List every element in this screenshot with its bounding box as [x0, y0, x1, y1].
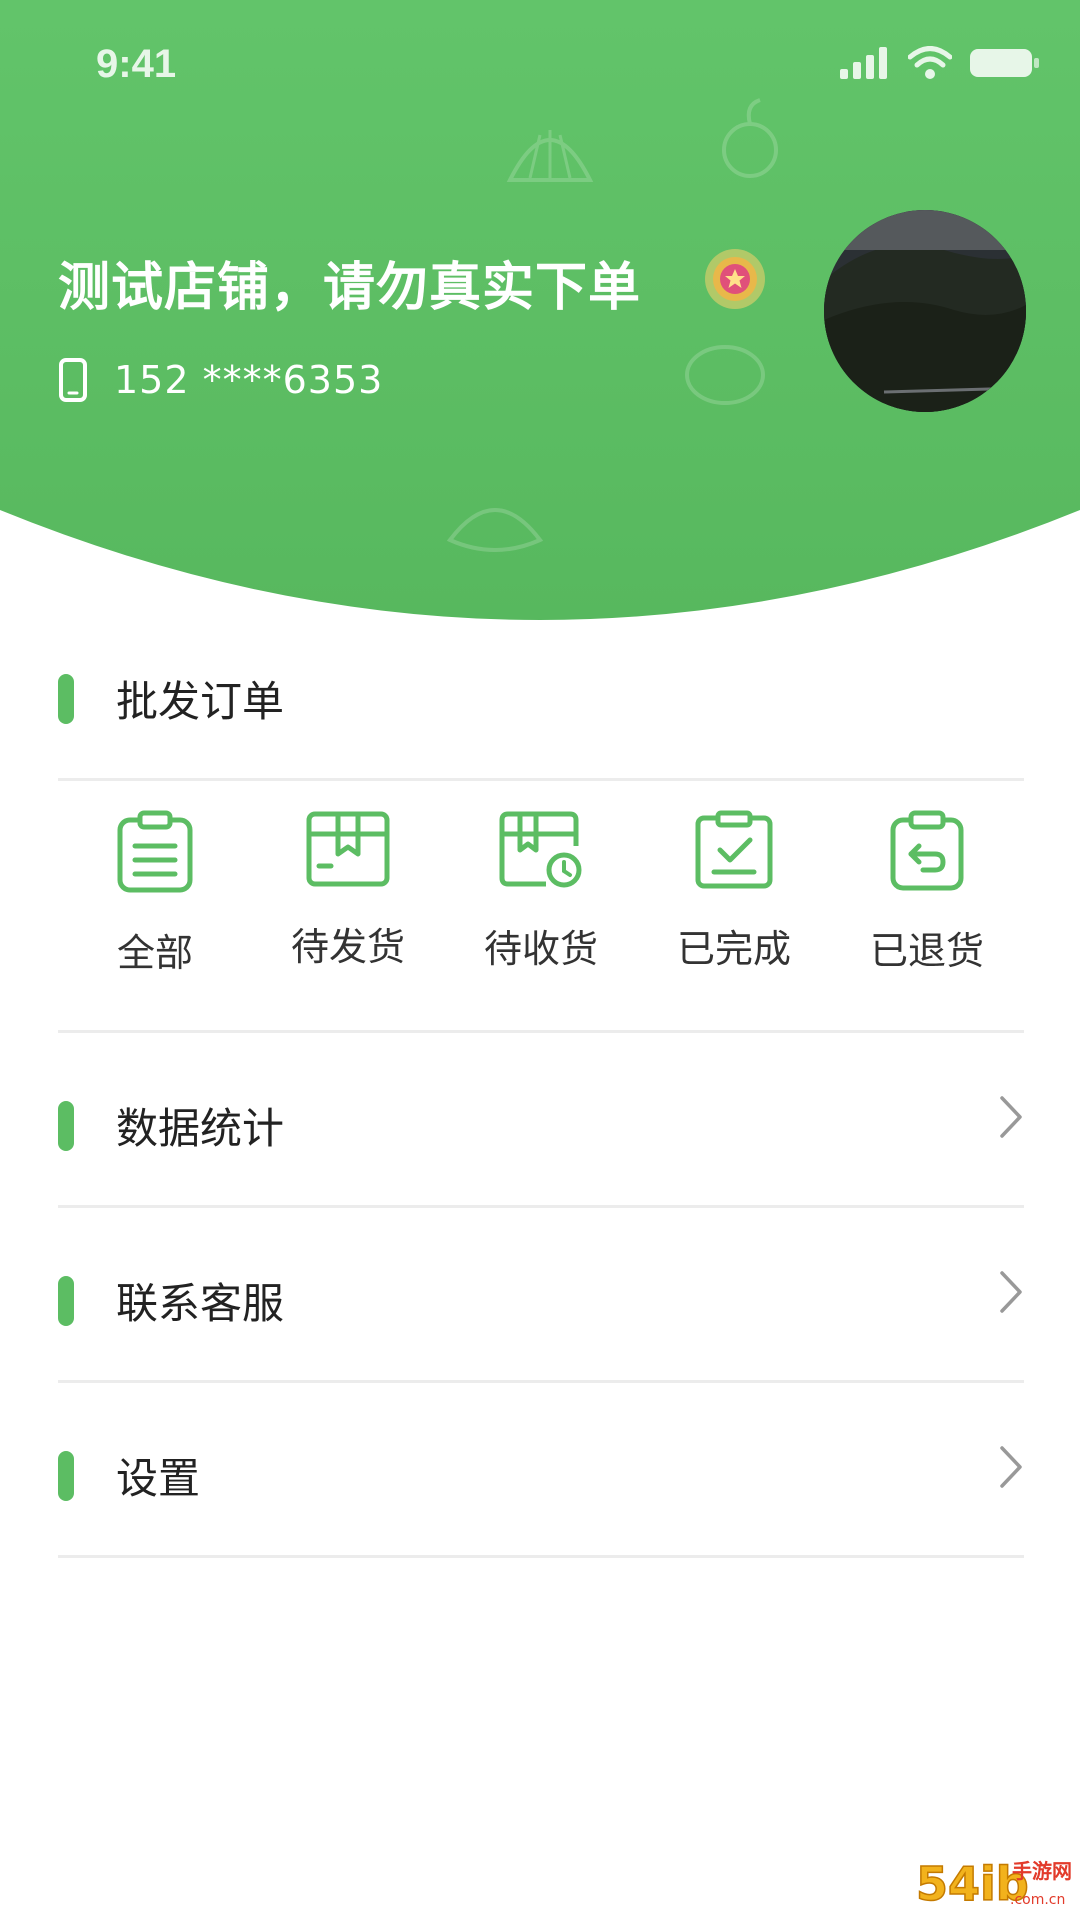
chevron-right-icon — [1000, 1271, 1022, 1313]
bubble-icon — [685, 345, 765, 405]
orders-section-header: 批发订单 — [58, 668, 284, 729]
order-tab-label: 已完成 — [676, 927, 791, 971]
order-tab-label: 全部 — [116, 931, 193, 975]
orders-section-title: 批发订单 — [116, 677, 285, 726]
menu-item-head: 联系客服 — [58, 1270, 284, 1331]
order-tab-label: 已退货 — [869, 929, 984, 973]
order-status-grid: 全部 待发货 待收货 已完成 已退货 — [58, 810, 1024, 1010]
avatar[interactable] — [824, 210, 1026, 412]
verified-badge-icon — [705, 249, 765, 309]
order-tab-to-receive[interactable]: 待收货 — [444, 810, 638, 973]
order-tab-label: 待发货 — [290, 925, 405, 969]
order-tab-to-ship[interactable]: 待发货 — [251, 810, 445, 971]
delivery-clock-icon — [499, 811, 582, 888]
site-watermark-logo: 54ib 手游网 .com.cn — [916, 1856, 1072, 1912]
section-accent-bar — [58, 673, 74, 724]
status-time: 9:41 — [96, 42, 177, 86]
profile-header: 9:41 测试店铺，请勿真实下单 152 ****6353 — [0, 0, 1080, 620]
divider — [58, 778, 1024, 781]
order-tab-returned[interactable]: 已退货 — [830, 810, 1024, 975]
watermark-cn-text: 手游网 — [1012, 1859, 1072, 1883]
menu-item-label: 联系客服 — [116, 1279, 285, 1328]
chevron-right-icon — [1000, 1446, 1022, 1488]
menu-item-customer-service[interactable]: 联系客服 — [0, 1225, 1080, 1365]
menu-item-head: 数据统计 — [58, 1095, 284, 1156]
avatar-image — [824, 210, 1026, 412]
divider — [58, 1030, 1024, 1033]
order-tab-all[interactable]: 全部 — [58, 810, 252, 977]
phone-row: 152 ****6353 — [58, 358, 383, 402]
wifi-icon — [908, 46, 952, 79]
phone-number: 152 ****6353 — [114, 358, 384, 402]
watermark-domain-text: .com.cn — [1010, 1892, 1065, 1908]
menu-item-head: 设置 — [58, 1445, 200, 1506]
divider — [58, 1205, 1024, 1208]
menu-item-label: 设置 — [116, 1454, 201, 1503]
divider — [58, 1380, 1024, 1383]
divider — [58, 1555, 1024, 1558]
menu-item-settings[interactable]: 设置 — [0, 1400, 1080, 1540]
section-accent-bar — [58, 1275, 74, 1326]
status-bar: 9:41 — [0, 0, 1080, 130]
status-icons — [840, 46, 1040, 80]
battery-icon — [970, 49, 1039, 77]
menu-item-label: 数据统计 — [116, 1104, 285, 1153]
signal-icon — [840, 47, 887, 79]
package-box-icon — [306, 811, 390, 887]
order-tab-label: 待收货 — [483, 927, 598, 971]
section-accent-bar — [58, 1100, 74, 1151]
menu-item-statistics[interactable]: 数据统计 — [0, 1050, 1080, 1190]
clipboard-list-icon — [117, 810, 193, 893]
header-curve — [0, 510, 1080, 620]
clipboard-check-icon — [695, 810, 773, 889]
chevron-right-icon — [1000, 1096, 1022, 1138]
shop-name: 测试店铺，请勿真实下单 — [58, 258, 642, 318]
order-tab-completed[interactable]: 已完成 — [637, 810, 831, 973]
section-accent-bar — [58, 1450, 74, 1501]
mobile-phone-icon — [59, 358, 87, 402]
clipboard-return-icon — [890, 810, 964, 891]
